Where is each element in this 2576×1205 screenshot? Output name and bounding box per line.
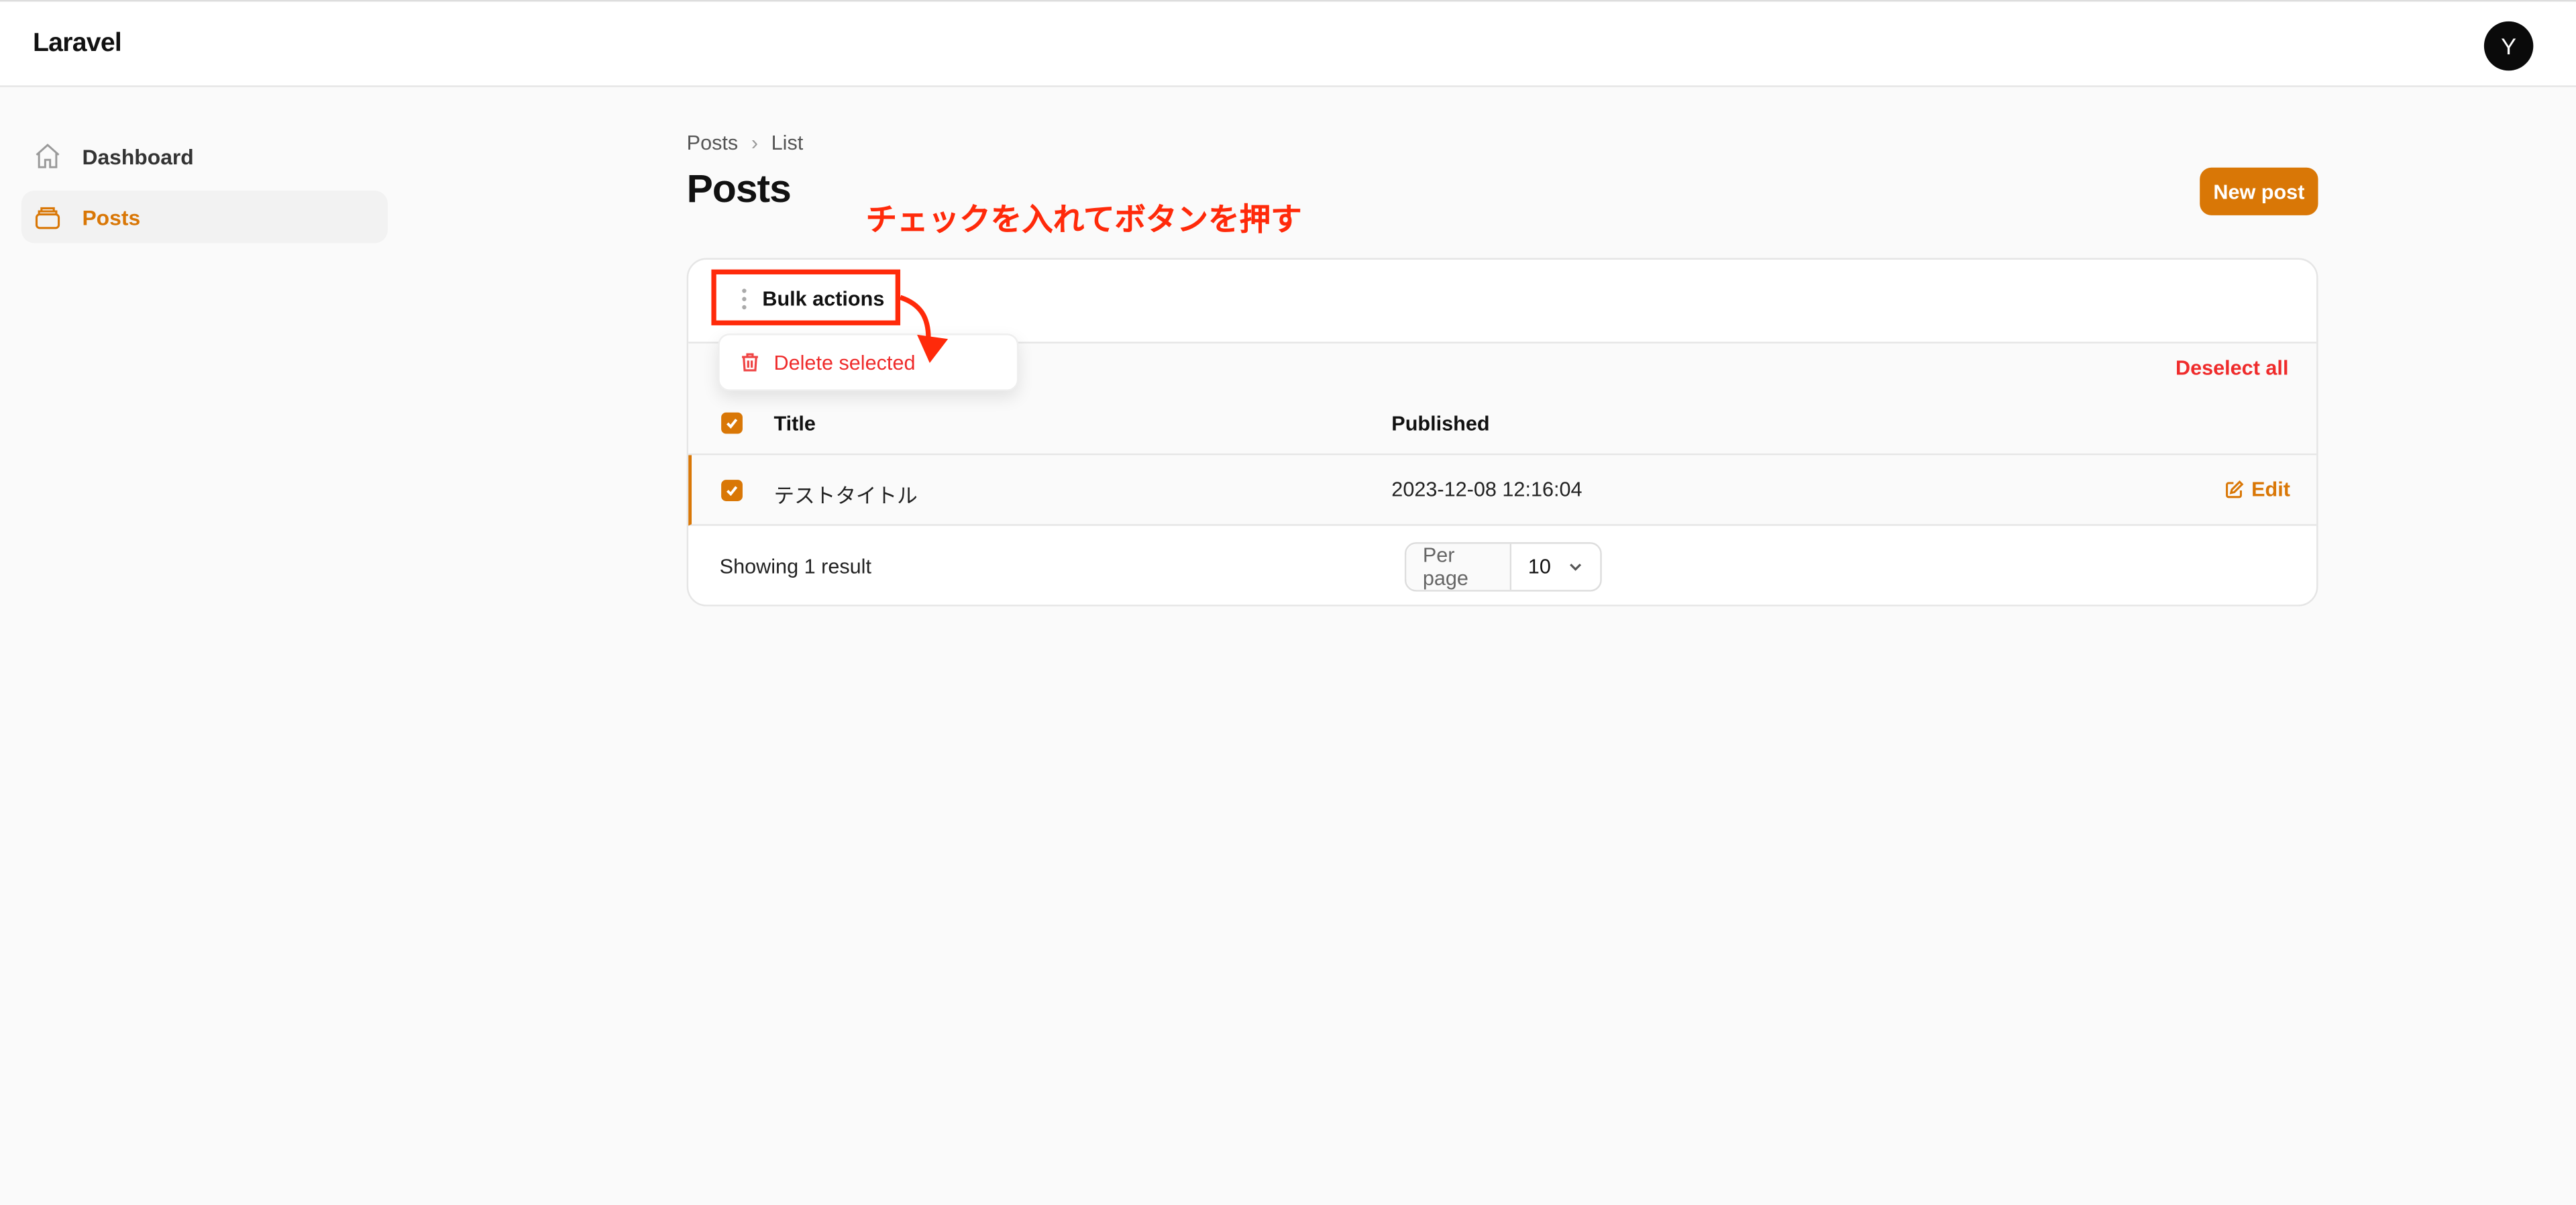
select-all-checkbox[interactable] [721,412,743,434]
check-icon [727,486,738,496]
edit-icon [2226,480,2245,499]
per-page-label: Per page [1406,543,1512,590]
user-avatar[interactable]: Y [2483,21,2534,71]
breadcrumb-posts[interactable]: Posts [687,132,739,154]
top-bar: Laravel Y [0,0,2576,87]
breadcrumb-list: List [771,131,804,155]
per-page-value-wrap: 10 [1511,544,1600,590]
annotation-highlight-box [711,269,901,325]
edit-button[interactable]: Edit [2225,478,2290,501]
sidebar-item-label: Dashboard [82,144,194,169]
annotation-text: チェックを入れてボタンを押す [865,203,1302,239]
edit-label: Edit [2251,478,2290,501]
new-post-button[interactable]: New post [2200,167,2318,215]
sidebar-item-label: Posts [82,204,141,229]
archive-icon [35,207,60,229]
chevron-right-icon: › [751,131,759,155]
home-icon [36,144,60,168]
row-checkbox[interactable] [721,480,743,501]
breadcrumb: Posts › List [687,132,804,154]
results-summary: Showing 1 result [719,555,872,579]
app-logo[interactable]: Laravel [33,30,122,59]
bulk-actions-menu: Delete selected [718,333,1019,391]
check-icon [727,419,738,429]
chevron-down-icon [1570,564,1582,571]
page-title: Posts [686,167,792,212]
sidebar-item-posts[interactable]: Posts [21,191,388,244]
per-page-value: 10 [1527,555,1551,579]
column-header-published[interactable]: Published [1391,413,1489,435]
sidebar-item-dashboard[interactable]: Dashboard [21,129,388,182]
row-published: 2023-12-08 12:16:04 [1391,478,1582,501]
per-page-select[interactable]: Per page 10 [1404,542,1602,592]
trash-icon [742,353,758,372]
annotation-arrow [899,295,949,364]
row-title: テストタイトル [773,484,918,508]
deselect-all-link[interactable]: Deselect all [2176,356,2288,379]
table-row: テストタイトル 2023-12-08 12:16:04 Edit [688,455,2317,526]
column-header-title[interactable]: Title [773,413,815,435]
